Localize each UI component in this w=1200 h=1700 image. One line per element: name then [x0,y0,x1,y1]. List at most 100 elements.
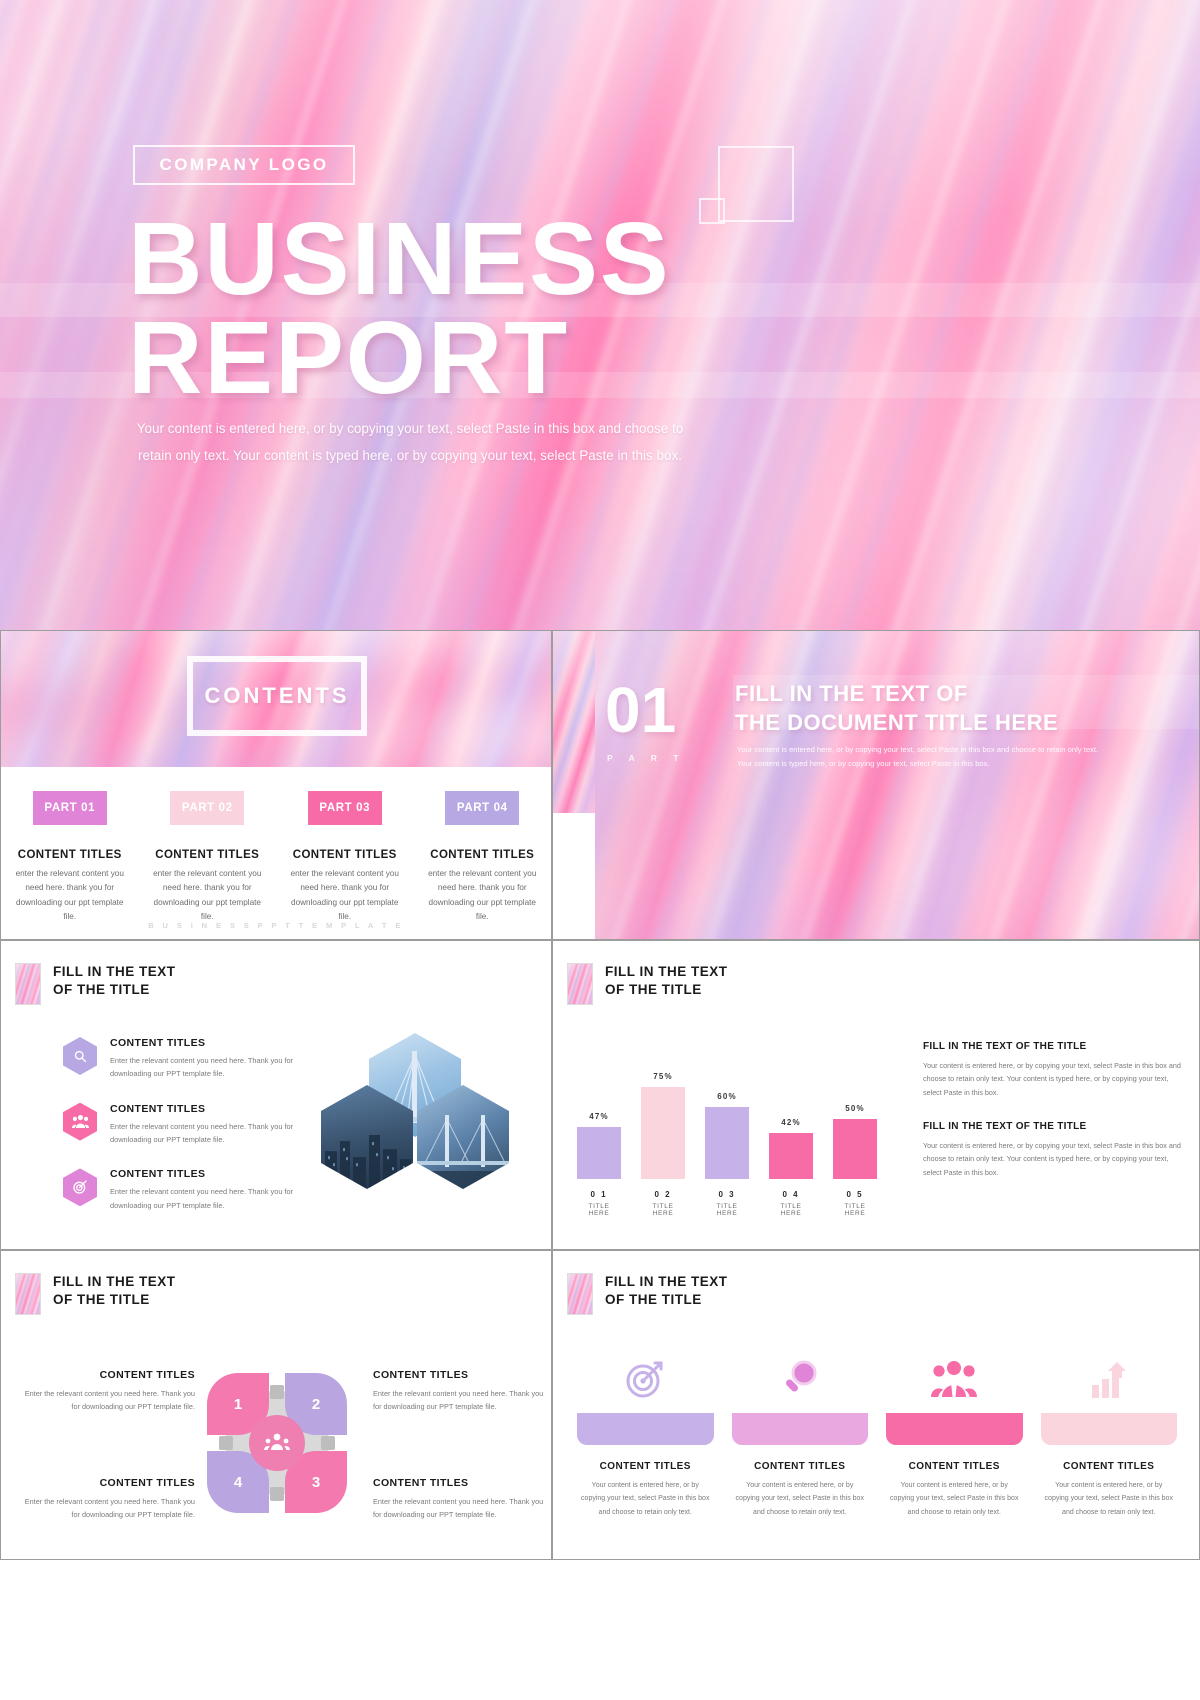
wheel-petal-number: 1 [233,1395,243,1413]
growth-chart-icon [1041,1351,1178,1407]
list-item[interactable]: CONTENT TITLES Enter the relevant conten… [63,1102,323,1147]
card-tray [577,1413,714,1445]
card-tray [731,1413,868,1445]
slide-row-a: CONTENTS PART 01 CONTENT TITLES enter th… [0,630,1200,940]
text-block-title: FILL IN THE TEXT OF THE TITLE [923,1041,1087,1052]
bar-column[interactable]: 42% [769,1118,813,1179]
ppt-template-preview: COMPANY LOGO BUSINESS REPORT Your conten… [0,0,1200,1700]
wheel-label-body: Enter the relevant content you need here… [373,1497,544,1520]
section-body-line1: Your content is entered here, or by copy… [737,745,1099,754]
bar-column[interactable]: 50% [833,1104,877,1179]
wheel-chip-top [270,1385,284,1399]
wheel-chip-left [219,1436,233,1450]
slide-title-line1: FILL IN THE TEXT [605,964,728,979]
wheel-label-title: CONTENT TITLES [99,1369,195,1381]
part-title: CONTENT TITLES [292,849,397,861]
slide-bar-chart: FILL IN THE TEXT OF THE TITLE 47% 75% 60 [552,940,1200,1250]
header-thumbnail [15,963,41,1005]
slide-header: FILL IN THE TEXT OF THE TITLE [15,1273,176,1315]
hexagon-image-cluster [321,1033,511,1189]
contents-part-2[interactable]: PART 02 CONTENT TITLES enter the relevan… [139,791,277,924]
cover-subtitle: Your content is entered here, or by copy… [136,421,684,463]
part-badge: PART 01 [32,791,107,825]
card-tray [1040,1413,1177,1445]
contents-part-1[interactable]: PART 01 CONTENT TITLES enter the relevan… [1,791,139,924]
wheel-label-title: CONTENT TITLES [373,1369,469,1381]
slide-title: FILL IN THE TEXT OF THE TITLE [53,963,176,998]
slide-title-line1: FILL IN THE TEXT [53,964,176,979]
slide-hexagon: FILL IN THE TEXT OF THE TITLE CONTENT TI… [0,940,552,1250]
bar-chart-bars: 47% 75% 60% 42% 50% [577,1057,877,1179]
wheel-label-body: Enter the relevant content you need here… [24,1389,195,1412]
section-body-line2: Your content is typed here, or by copyin… [737,759,990,769]
wheel-label-1: CONTENT TITLES Enter the relevant conten… [15,1369,195,1414]
part-title: CONTENT TITLES [155,849,260,861]
part-badge: PART 02 [170,791,245,825]
slide-title: FILL IN THE TEXT OF THE TITLE [605,1273,728,1308]
chart-text-column: FILL IN THE TEXT OF THE TITLE Your conte… [923,1041,1181,1201]
section-body: Your content is entered here, or by copy… [737,743,1157,771]
icon-card-4[interactable]: CONTENT TITLES Your content is entered h… [1040,1351,1178,1519]
wheel-label-body: Enter the relevant content you need here… [24,1497,195,1520]
list-item-title: CONTENT TITLES [110,1102,206,1115]
card-body: Your content is entered here, or by copy… [581,1482,710,1516]
card-title: CONTENT TITLES [599,1461,691,1472]
x-tick: 0 2 TITLE HERE [641,1190,685,1217]
target-icon [63,1168,97,1207]
wheel-petal-number: 2 [311,1395,321,1413]
list-item-body: Enter the relevant content you need here… [110,1121,294,1144]
section-left-strip [553,631,595,939]
bar-column[interactable]: 47% [577,1112,621,1179]
slide-contents: CONTENTS PART 01 CONTENT TITLES enter th… [0,630,552,940]
text-block-body: Your content is entered here, or by copy… [923,1140,1181,1177]
icon-card-1[interactable]: CONTENT TITLES Your content is entered h… [577,1351,714,1519]
gear-people-icon [249,1415,305,1471]
contents-parts: PART 01 CONTENT TITLES enter the relevan… [1,791,551,924]
wheel-chip-right [321,1436,335,1450]
slide-icon-cards: FILL IN THE TEXT OF THE TITLE CONTENT TI… [552,1250,1200,1560]
contents-part-4[interactable]: PART 04 CONTENT TITLES enter the relevan… [414,791,552,924]
x-tick-number: 0 1 [590,1190,608,1199]
list-item[interactable]: CONTENT TITLES Enter the relevant conten… [63,1168,323,1212]
part-body: enter the relevant content you need here… [15,869,124,922]
cover-title-line2: REPORT [128,299,570,415]
bar [833,1119,877,1179]
wheel-label-3: CONTENT TITLES Enter the relevant conten… [373,1477,551,1522]
card-tray [886,1413,1023,1445]
card-title: CONTENT TITLES [1063,1461,1155,1472]
bar-value-label: 47% [589,1112,609,1121]
x-tick-number: 0 3 [718,1190,736,1199]
bar-chart-x-axis: 0 1 TITLE HERE 0 2 TITLE HERE 0 3 TITLE … [577,1190,877,1217]
bar [705,1107,749,1179]
slide-title-line1: FILL IN THE TEXT [53,1274,176,1289]
magnifier-icon [732,1351,869,1407]
feature-list: CONTENT TITLES Enter the relevant conten… [63,1037,323,1234]
company-logo-label: COMPANY LOGO [159,155,329,174]
bar [769,1133,813,1179]
card-body: Your content is entered here, or by copy… [735,1482,864,1516]
x-tick-number: 0 4 [782,1190,800,1199]
thumbnail-background [568,964,592,1004]
thumbnail-background [568,1274,592,1314]
bar-column[interactable]: 75% [641,1072,685,1179]
slide-header: FILL IN THE TEXT OF THE TITLE [15,963,176,1005]
list-item[interactable]: CONTENT TITLES Enter the relevant conten… [63,1037,323,1081]
x-tick-number: 0 5 [846,1190,864,1199]
slide-title-line2: OF THE TITLE [53,1291,150,1307]
icon-card-2[interactable]: CONTENT TITLES Your content is entered h… [731,1351,869,1519]
part-body: enter the relevant content you need here… [153,869,262,922]
icon-card-3[interactable]: CONTENT TITLES Your content is entered h… [886,1351,1023,1519]
wheel-label-2: CONTENT TITLES Enter the relevant conten… [373,1369,551,1414]
cover-title-line1: BUSINESS [128,201,671,316]
bar-value-label: 50% [845,1104,865,1113]
section-title: FILL IN THE TEXT OF THE DOCUMENT TITLE H… [735,679,1185,737]
x-tick-label: TITLE HERE [716,1203,738,1217]
wheel-label-4: CONTENT TITLES Enter the relevant conten… [15,1477,195,1522]
contents-part-3[interactable]: PART 03 CONTENT TITLES enter the relevan… [276,791,414,924]
header-thumbnail [567,1273,593,1315]
bar-column[interactable]: 60% [705,1092,749,1179]
wheel-chip-bottom [270,1487,284,1501]
x-tick-label: TITLE HERE [588,1203,610,1217]
list-item-body: Enter the relevant content you need here… [110,1187,294,1210]
wheel-label-title: CONTENT TITLES [99,1477,195,1489]
